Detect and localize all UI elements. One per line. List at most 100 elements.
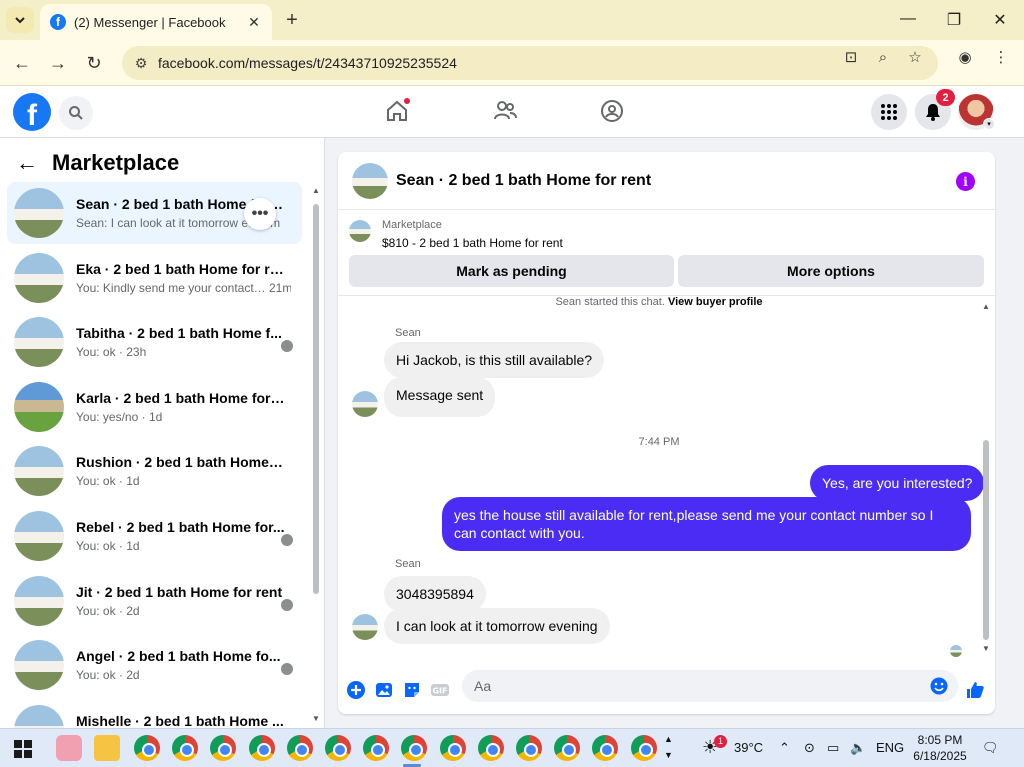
taskbar-scroll-arrows-icon[interactable]: ▲ ▼ bbox=[664, 731, 673, 763]
svg-text:GIF: GIF bbox=[432, 687, 447, 696]
minimize-window-button[interactable]: — bbox=[898, 10, 918, 28]
maximize-window-button[interactable]: ❐ bbox=[944, 10, 964, 30]
menu-grid-button[interactable] bbox=[871, 94, 907, 130]
bookmark-star-icon[interactable]: ☆ bbox=[905, 48, 925, 68]
forward-button[interactable]: → bbox=[47, 52, 69, 74]
chrome-taskbar-icon[interactable] bbox=[363, 735, 390, 761]
zoom-icon[interactable]: ⌕ bbox=[873, 48, 893, 68]
conversation-item[interactable]: Mishelle · 2 bed 1 bath Home ... bbox=[7, 699, 302, 728]
conversation-preview: You: yes/no · 1d bbox=[76, 409, 163, 424]
conversation-item[interactable]: Eka · 2 bed 1 bath Home for rent You: Kin… bbox=[7, 247, 302, 309]
scrollbar-thumb[interactable] bbox=[983, 440, 989, 640]
chat-scrollbar[interactable]: ▲ ▼ bbox=[981, 302, 991, 653]
more-options-button[interactable]: More options bbox=[678, 255, 984, 287]
scroll-down-arrow-icon[interactable]: ▼ bbox=[982, 644, 990, 653]
browser-menu-icon[interactable]: ⋮ bbox=[991, 48, 1011, 68]
chrome-taskbar-icon[interactable] bbox=[592, 735, 619, 761]
facebook-logo-icon[interactable]: f bbox=[13, 93, 51, 131]
file-explorer-icon[interactable] bbox=[94, 735, 120, 761]
message-bubble[interactable]: Message sent bbox=[384, 377, 496, 417]
show-hidden-icons-icon[interactable]: ⌃ bbox=[779, 740, 790, 756]
conversation-more-button[interactable]: ••• bbox=[244, 198, 276, 230]
site-info-icon[interactable]: ⚙ bbox=[130, 55, 152, 72]
back-button[interactable]: ← bbox=[11, 52, 33, 74]
scroll-up-arrow-icon[interactable]: ▲ bbox=[982, 302, 990, 311]
taskbar-app-icon[interactable] bbox=[56, 735, 82, 761]
meet-now-icon[interactable]: ⊙ bbox=[804, 740, 815, 756]
outgoing-message-bubble[interactable]: yes the house still available for rent,p… bbox=[442, 497, 971, 551]
tab-search-button[interactable] bbox=[6, 7, 34, 33]
chrome-taskbar-icon[interactable] bbox=[401, 735, 428, 761]
chrome-taskbar-icon[interactable] bbox=[210, 735, 237, 761]
scroll-up-arrow-icon[interactable]: ▲ bbox=[312, 186, 320, 195]
conversation-item[interactable]: Rebel · 2 bed 1 bath Home for... You: ok … bbox=[7, 505, 302, 567]
friends-nav-button[interactable] bbox=[492, 98, 518, 124]
chrome-taskbar-icon[interactable] bbox=[134, 735, 160, 761]
chrome-taskbar-icon[interactable] bbox=[439, 735, 466, 761]
info-icon[interactable]: i bbox=[956, 172, 975, 191]
language-indicator[interactable]: ENG bbox=[876, 740, 904, 755]
groups-nav-button[interactable] bbox=[599, 98, 625, 124]
conversation-item[interactable]: Sean · 2 bed 1 bath Home for rent Sean: I… bbox=[7, 182, 302, 244]
notification-badge: 2 bbox=[936, 89, 955, 106]
address-bar[interactable]: ⚙ facebook.com/messages/t/24343710925235… bbox=[122, 46, 938, 80]
scrollbar-thumb[interactable] bbox=[313, 204, 319, 594]
conversation-scrollbar[interactable]: ▲ ▼ bbox=[311, 186, 321, 723]
message-bubble[interactable]: I can look at it tomorrow evening bbox=[384, 608, 610, 644]
scroll-down-arrow-icon[interactable]: ▼ bbox=[312, 714, 320, 723]
chrome-taskbar-icon[interactable] bbox=[554, 735, 581, 761]
mark-as-pending-button[interactable]: Mark as pending bbox=[349, 255, 674, 287]
conversation-item[interactable]: Angel · 2 bed 1 bath Home fo... You: ok ·… bbox=[7, 634, 302, 696]
chat-panel: Sean · 2 bed 1 bath Home for rent i Mark… bbox=[338, 152, 995, 714]
conversation-item[interactable]: Jit · 2 bed 1 bath Home for rent You: ok … bbox=[7, 570, 302, 632]
conversation-name: Rushion · 2 bed 1 bath Home fo... bbox=[76, 454, 286, 471]
gif-icon[interactable]: GIF bbox=[430, 680, 450, 700]
browser-tab[interactable]: f (2) Messenger | Facebook ✕ bbox=[40, 4, 272, 40]
home-nav-button[interactable] bbox=[384, 98, 410, 124]
profile-icon[interactable]: ◉ bbox=[955, 48, 975, 68]
conversation-item[interactable]: Karla · 2 bed 1 bath Home for rent You: y… bbox=[7, 376, 302, 438]
conversation-item[interactable]: Rushion · 2 bed 1 bath Home fo... You: ok… bbox=[7, 440, 302, 502]
install-app-icon[interactable]: ⊡ bbox=[841, 48, 861, 68]
read-receipt-avatar bbox=[280, 339, 294, 354]
chrome-taskbar-icon[interactable] bbox=[248, 735, 275, 761]
new-tab-button[interactable]: + bbox=[282, 9, 302, 31]
close-window-button[interactable]: ✕ bbox=[990, 10, 1010, 30]
conversation-name: Jit · 2 bed 1 bath Home for rent bbox=[76, 583, 283, 600]
network-icon[interactable]: ▭ bbox=[827, 740, 839, 756]
notification-center-icon[interactable]: 🗨 bbox=[982, 740, 999, 756]
chat-listing-thumbnail[interactable] bbox=[352, 163, 388, 199]
chrome-taskbar-icon[interactable] bbox=[630, 735, 657, 761]
message-input[interactable]: Aa bbox=[462, 670, 958, 702]
sticker-icon[interactable] bbox=[402, 680, 422, 700]
chrome-taskbar-icon[interactable] bbox=[516, 735, 542, 761]
thumbs-up-icon[interactable] bbox=[965, 680, 985, 700]
conversation-preview: You: ok · 23h bbox=[76, 345, 147, 360]
volume-icon[interactable]: 🔈 bbox=[850, 740, 866, 756]
chrome-taskbar-icon[interactable] bbox=[325, 735, 351, 761]
chrome-taskbar-icon[interactable] bbox=[286, 735, 313, 761]
chrome-taskbar-icon[interactable] bbox=[477, 735, 504, 761]
outgoing-message-bubble[interactable]: Yes, are you interested? bbox=[810, 465, 985, 501]
chat-title[interactable]: Sean · 2 bed 1 bath Home for rent bbox=[396, 172, 651, 190]
conversation-item[interactable]: Tabitha · 2 bed 1 bath Home f... You: ok … bbox=[7, 311, 302, 373]
weather-temperature[interactable]: 39°C bbox=[734, 740, 763, 755]
sender-avatar[interactable] bbox=[352, 614, 378, 640]
system-clock[interactable]: 8:05 PM 6/18/2025 bbox=[906, 732, 974, 764]
message-bubble[interactable]: Hi Jackob, is this still available? bbox=[384, 342, 605, 378]
account-caret-icon[interactable]: ▾ bbox=[983, 118, 995, 130]
message-bubble[interactable]: 3048395894 bbox=[384, 576, 486, 612]
reload-button[interactable]: ↻ bbox=[83, 52, 105, 74]
listing-price[interactable]: $810 - 2 bed 1 bath Home for rent bbox=[382, 236, 563, 250]
search-button[interactable] bbox=[59, 96, 93, 130]
chrome-taskbar-icon[interactable] bbox=[172, 735, 199, 761]
emoji-icon[interactable] bbox=[930, 677, 948, 695]
view-buyer-profile-link[interactable]: View buyer profile bbox=[668, 296, 763, 308]
back-arrow-icon[interactable]: ← bbox=[16, 150, 38, 176]
sender-avatar[interactable] bbox=[352, 391, 378, 417]
listing-thumbnail[interactable] bbox=[349, 220, 371, 242]
plus-circle-icon[interactable] bbox=[346, 680, 366, 700]
windows-start-icon[interactable] bbox=[14, 740, 32, 758]
photo-icon[interactable] bbox=[374, 680, 394, 700]
close-tab-icon[interactable]: ✕ bbox=[246, 14, 262, 31]
